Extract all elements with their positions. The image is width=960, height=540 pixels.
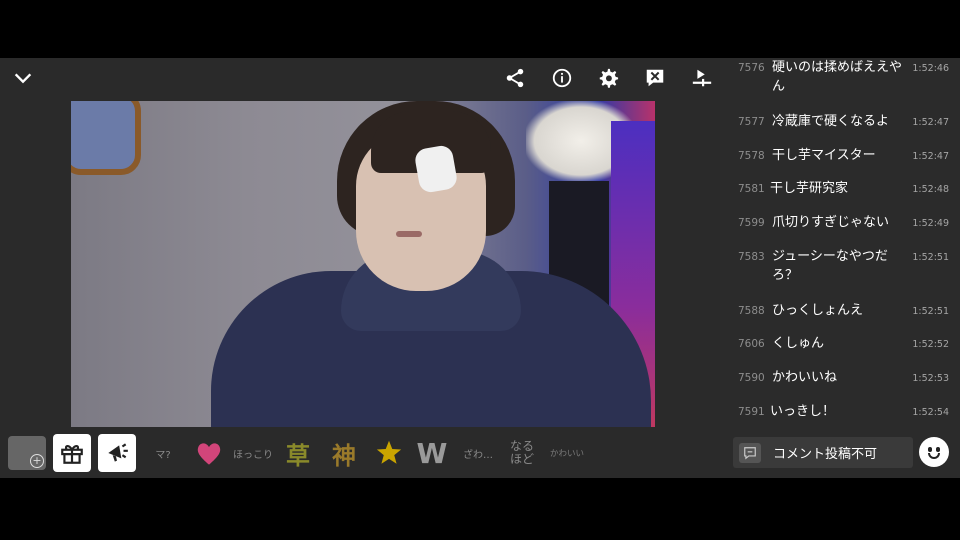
comment-text: ジューシーなやつだろ？: [772, 249, 888, 283]
comment-time: 1:52:48: [912, 184, 949, 195]
emoji-button[interactable]: [919, 437, 949, 467]
gear-icon: [599, 68, 619, 88]
reaction-w[interactable]: W: [414, 430, 450, 476]
reaction-zawa[interactable]: ざわ…: [458, 430, 498, 476]
reaction-naruhodo-label: なる ほど: [510, 440, 534, 466]
comment-number: 7599: [738, 217, 765, 229]
settings-button[interactable]: [594, 64, 622, 92]
reaction-star[interactable]: [372, 430, 406, 476]
hide-comments-button[interactable]: [641, 64, 669, 92]
comment-text: 冷蔵庫で硬くなるよ: [772, 114, 890, 129]
comment-input-label: コメント投稿不可: [773, 447, 878, 462]
comment-number: 7577: [738, 116, 765, 128]
export-icon: [692, 69, 712, 87]
streamer-mouth: [396, 231, 422, 237]
export-button[interactable]: [688, 64, 716, 92]
comment-time: 1:52:54: [912, 407, 949, 418]
reaction-naruhodo[interactable]: なる ほど: [502, 430, 542, 476]
comment-text: くしゅん: [772, 336, 825, 351]
comment-text: ひっくしょんえ: [772, 303, 864, 318]
comment-text: いっきし！: [770, 404, 836, 419]
comment-number: 7576: [738, 62, 765, 74]
comment-list[interactable]: 7576 硬いのは揉めばええやん 1:52:46 7577 冷蔵庫で硬くなるよ …: [720, 58, 960, 430]
comment-time: 1:52:52: [912, 339, 949, 350]
comment-number: 7606: [738, 338, 765, 350]
megaphone-icon: [108, 443, 128, 462]
comment-time: 1:52:49: [912, 218, 949, 229]
eye-patch: [413, 144, 459, 194]
comment-number: 7583: [738, 251, 765, 263]
info-icon: [552, 68, 572, 88]
comment-time: 1:52:53: [912, 373, 949, 384]
comment-number: 7590: [738, 372, 765, 384]
reaction-ma[interactable]: マ?: [150, 430, 176, 476]
share-button[interactable]: [501, 64, 529, 92]
comment-input[interactable]: コメント投稿不可: [733, 437, 913, 468]
comment-time: 1:52:46: [912, 63, 949, 74]
gift-button[interactable]: [53, 434, 91, 472]
plus-icon: +: [30, 454, 44, 468]
chevron-down-icon: [14, 73, 32, 84]
share-icon: [506, 68, 524, 88]
comment-time: 1:52:51: [912, 306, 949, 317]
gift-icon: [61, 445, 83, 464]
reaction-bar: + マ? ほっこり 草 神 W ざわ… なる ほど かわいい: [0, 430, 720, 476]
comment-off-icon: [646, 69, 664, 87]
player-area: + マ? ほっこり 草 神 W ざわ… なる ほど かわいい: [0, 58, 720, 478]
naruhodo-line-2: ほど: [509, 452, 534, 466]
announce-button[interactable]: [98, 434, 136, 472]
comment-time: 1:52:47: [912, 151, 949, 162]
comment-disabled-icon: [739, 442, 761, 463]
comment-number: 7578: [738, 150, 765, 162]
comment-number: 7581: [738, 183, 765, 195]
star-icon: [376, 440, 402, 464]
comment-time: 1:52:51: [912, 252, 949, 263]
video-background-mirror: [71, 101, 141, 175]
reaction-kami[interactable]: 神: [328, 430, 360, 476]
reaction-heart[interactable]: [192, 430, 226, 476]
comment-text: 硬いのは揉めばええやん: [772, 60, 903, 94]
info-button[interactable]: [548, 64, 576, 92]
comment-text: 爪切りすぎじゃない: [772, 215, 890, 230]
player-toolbar: [0, 58, 720, 98]
comment-text: かわいいね: [772, 370, 838, 385]
comment-number: 7588: [738, 305, 765, 317]
reaction-kawaii[interactable]: かわいい: [544, 430, 590, 476]
comment-text: 干し芋マイスター: [772, 148, 876, 163]
live-stream-app: + マ? ほっこり 草 神 W ざわ… なる ほど かわいい 7576 硬いのは…: [0, 58, 960, 478]
video-frame[interactable]: [71, 101, 655, 427]
reaction-hokkori[interactable]: ほっこり: [233, 430, 273, 476]
thumbnail-add-button[interactable]: +: [8, 436, 46, 470]
comment-time: 1:52:47: [912, 117, 949, 128]
comment-text: 干し芋研究家: [770, 181, 849, 196]
comment-number: 7591: [738, 406, 765, 418]
collapse-button[interactable]: [9, 64, 37, 92]
reaction-kusa[interactable]: 草: [282, 430, 314, 476]
heart-icon: [197, 443, 221, 465]
